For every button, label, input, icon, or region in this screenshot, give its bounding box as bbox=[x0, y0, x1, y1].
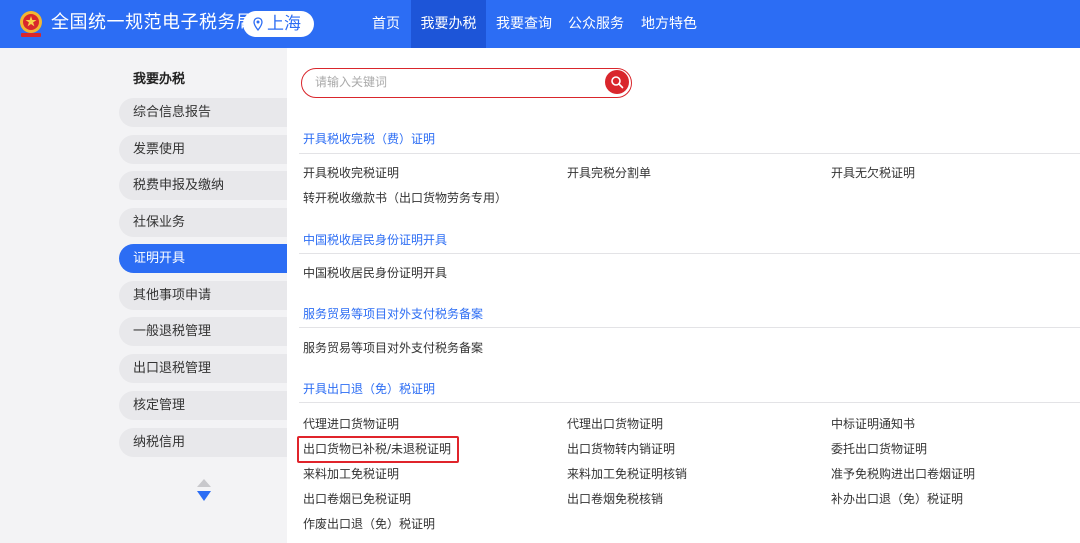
national-emblem-icon bbox=[20, 11, 42, 37]
section-title-service-trade-payment: 服务贸易等项目对外支付税务备案 bbox=[303, 307, 484, 321]
sidebar-item-general-refund[interactable]: 一般退税管理 bbox=[119, 317, 287, 346]
link-payment-split-statement[interactable]: 开具完税分割单 bbox=[567, 165, 651, 181]
section-divider bbox=[299, 253, 1080, 254]
section-title-export-refund-certificate: 开具出口退（免）税证明 bbox=[303, 382, 436, 396]
site-title[interactable]: 全国统一规范电子税务局 bbox=[51, 10, 255, 36]
link-export-goods-domestic-sale[interactable]: 出口货物转内销证明 bbox=[567, 441, 675, 457]
sidebar-item-other-applications[interactable]: 其他事项申请 bbox=[119, 281, 287, 310]
sidebar-item-general-info-report[interactable]: 综合信息报告 bbox=[119, 98, 287, 127]
top-navigation-bar: 全国统一规范电子税务局 上海 首页 我要办税 我要查询 公众服务 地方特色 bbox=[0, 0, 1080, 48]
nav-local-features[interactable]: 地方特色 bbox=[641, 0, 697, 48]
link-transfer-tax-payment-book[interactable]: 转开税收缴款书（出口货物劳务专用） bbox=[303, 190, 507, 206]
sidebar-heading: 我要办税 bbox=[133, 72, 186, 87]
nav-inquiry[interactable]: 我要查询 bbox=[496, 0, 552, 48]
link-bid-winning-notice[interactable]: 中标证明通知书 bbox=[831, 416, 915, 432]
search-placeholder: 请输入关键词 bbox=[315, 75, 388, 89]
region-selector[interactable]: 上海 bbox=[243, 11, 314, 37]
section-divider bbox=[299, 402, 1080, 403]
sidebar-item-invoice-use[interactable]: 发票使用 bbox=[119, 135, 287, 164]
search-input[interactable]: 请输入关键词 bbox=[301, 68, 632, 98]
section-title-tax-residency: 中国税收居民身份证明开具 bbox=[303, 233, 448, 247]
search-button[interactable] bbox=[605, 70, 629, 94]
nav-public-services[interactable]: 公众服务 bbox=[568, 0, 624, 48]
link-no-arrears-certificate[interactable]: 开具无欠税证明 bbox=[831, 165, 915, 181]
link-export-cigarette-exempt-writeoff[interactable]: 出口卷烟免税核销 bbox=[567, 491, 663, 507]
highlight-annotation-box bbox=[297, 436, 459, 463]
link-agent-export-goods-certificate[interactable]: 代理出口货物证明 bbox=[567, 416, 663, 432]
link-processing-tax-exempt-writeoff[interactable]: 来料加工免税证明核销 bbox=[567, 466, 687, 482]
link-void-export-refund-certificate[interactable]: 作废出口退（免）税证明 bbox=[303, 516, 435, 532]
sort-arrows-icon[interactable] bbox=[193, 477, 215, 503]
link-tax-free-cigarette-purchase[interactable]: 准予免税购进出口卷烟证明 bbox=[831, 466, 975, 482]
section-title-tax-payment-certificate: 开具税收完税（费）证明 bbox=[303, 132, 436, 146]
link-agent-import-goods-certificate[interactable]: 代理进口货物证明 bbox=[303, 416, 399, 432]
sidebar-item-social-insurance[interactable]: 社保业务 bbox=[119, 208, 287, 237]
section-divider bbox=[299, 153, 1080, 154]
link-entrusted-export-goods[interactable]: 委托出口货物证明 bbox=[831, 441, 927, 457]
region-label: 上海 bbox=[267, 14, 301, 34]
link-processing-tax-exempt-certificate[interactable]: 来料加工免税证明 bbox=[303, 466, 399, 482]
sidebar-item-tax-credit[interactable]: 纳税信用 bbox=[119, 428, 287, 457]
link-tax-residency-certificate[interactable]: 中国税收居民身份证明开具 bbox=[303, 265, 447, 281]
search-icon bbox=[611, 76, 624, 89]
section-divider bbox=[299, 327, 1080, 328]
nav-home[interactable]: 首页 bbox=[372, 0, 400, 48]
sidebar-item-export-refund[interactable]: 出口退税管理 bbox=[119, 354, 287, 383]
link-reissue-export-refund-certificate[interactable]: 补办出口退（免）税证明 bbox=[831, 491, 963, 507]
sidebar-item-tax-filing-payment[interactable]: 税费申报及缴纳 bbox=[119, 171, 287, 200]
location-pin-icon bbox=[253, 17, 263, 31]
link-export-cigarette-exempt-certificate[interactable]: 出口卷烟已免税证明 bbox=[303, 491, 411, 507]
nav-tax-handling[interactable]: 我要办税 bbox=[411, 0, 486, 48]
sidebar-item-certificate-issuance[interactable]: 证明开具 bbox=[119, 244, 287, 273]
sidebar: 我要办税 综合信息报告 发票使用 税费申报及缴纳 社保业务 证明开具 其他事项申… bbox=[0, 48, 287, 543]
link-tax-payment-certificate[interactable]: 开具税收完税证明 bbox=[303, 165, 399, 181]
link-service-trade-payment-filing[interactable]: 服务贸易等项目对外支付税务备案 bbox=[303, 340, 483, 356]
sidebar-item-assessment[interactable]: 核定管理 bbox=[119, 391, 287, 420]
